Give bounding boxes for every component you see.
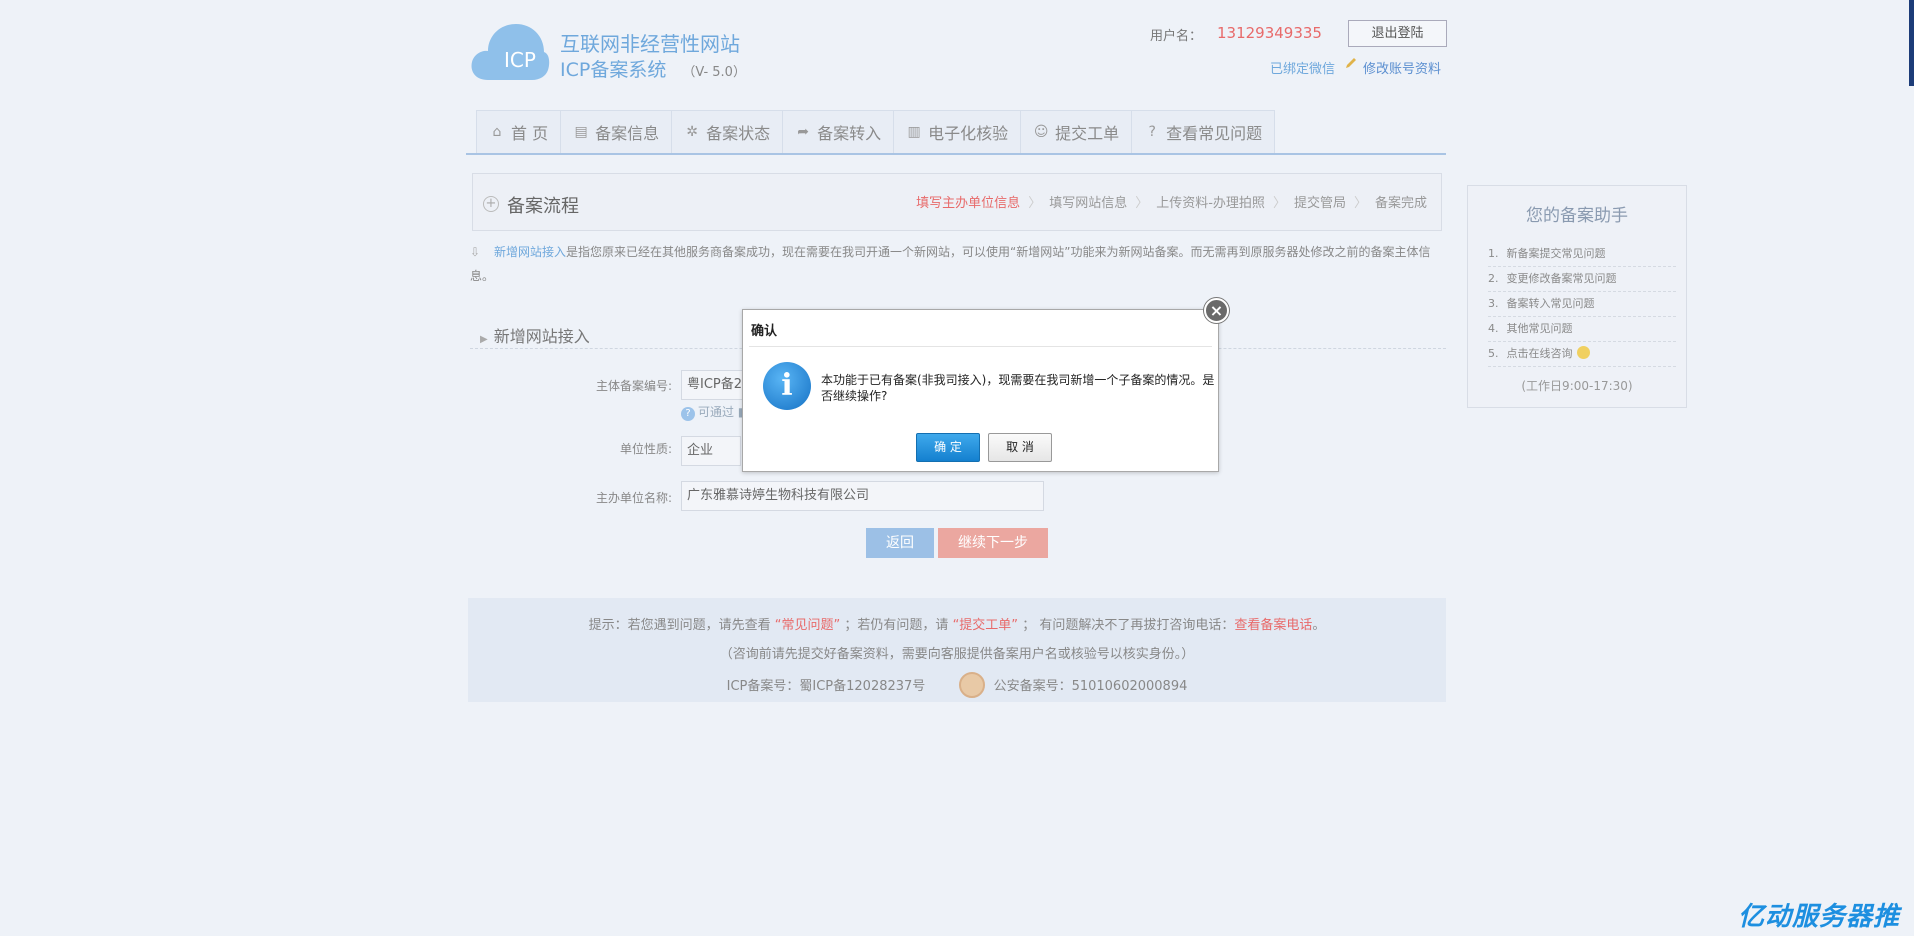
process-title: 备案流程 bbox=[507, 196, 579, 217]
chevron-right-icon: 〉 bbox=[1272, 196, 1286, 211]
footer-faq-link[interactable]: “常见问题” bbox=[775, 618, 840, 633]
home-icon: ⌂ bbox=[492, 124, 502, 140]
arrow-down-icon: ⇩ bbox=[470, 245, 481, 259]
dialog-divider bbox=[749, 346, 1212, 347]
record-no-label: 主体备案编号: bbox=[595, 379, 672, 393]
username-value: 13129349335 bbox=[1217, 24, 1322, 42]
caret-right-icon: ▶ bbox=[480, 334, 488, 345]
new-site-link[interactable]: 新增网站接入 bbox=[494, 245, 566, 259]
edit-account-link[interactable]: 修改账号资料 bbox=[1363, 58, 1441, 77]
gear-icon: ✲ bbox=[686, 124, 698, 140]
user-icon: ☺ bbox=[1033, 124, 1049, 140]
pencil-icon bbox=[1344, 56, 1358, 70]
helper-item-transfer-faq[interactable]: 3. 备案转入常见问题 bbox=[1488, 292, 1676, 317]
main-nav: ⌂ 首 页 ▤ 备案信息 ✲ 备案状态 ➦ 备案转入 ▥ 电子化核验 ☺ 提交工单 ? 查看常… bbox=[476, 110, 1276, 154]
nav-divider bbox=[466, 153, 1446, 155]
nav-item-submit-ticket[interactable]: ☺ 提交工单 bbox=[1020, 110, 1132, 154]
police-record-number: 公安备案号：51010602000894 bbox=[993, 679, 1188, 694]
plus-icon: + bbox=[483, 196, 499, 212]
chevron-right-icon: 〉 bbox=[1353, 196, 1367, 211]
police-badge-icon bbox=[959, 672, 986, 698]
footer-phone-link[interactable]: 查看备案电话 bbox=[1234, 618, 1312, 633]
document-icon: ▤ bbox=[574, 124, 588, 140]
dialog-message: 本功能于已有备案(非我司接入)，现需要在我司新增一个子备案的情况。是否继续操作? bbox=[821, 373, 1215, 403]
close-icon[interactable]: × bbox=[1204, 298, 1229, 323]
helper-item-change-faq[interactable]: 2. 变更修改备案常见问题 bbox=[1488, 267, 1676, 292]
helper-title: 您的备案助手 bbox=[1526, 206, 1628, 226]
question-icon: ? bbox=[1148, 124, 1156, 140]
record-no-hint: ? 可通过 ■ bbox=[681, 403, 749, 421]
record-helper-panel: 您的备案助手 1. 新备案提交常见问题 2. 变更修改备案常见问题 3. 备案转入常见… bbox=[1467, 185, 1687, 408]
icp-record-number: ICP备案号：蜀ICP备12028237号 bbox=[726, 679, 926, 694]
unit-name-input[interactable]: 广东雅慕诗婷生物科技有限公司 bbox=[681, 481, 1044, 511]
smile-icon bbox=[1576, 346, 1590, 359]
footer-ticket-link[interactable]: “提交工单” bbox=[953, 618, 1018, 633]
nav-item-record-info[interactable]: ▤ 备案信息 bbox=[560, 110, 672, 154]
scrollbar-edge bbox=[1909, 0, 1914, 86]
record-no-input[interactable]: 粤ICP备2 bbox=[681, 370, 751, 400]
next-step-button[interactable]: 继续下一步 bbox=[938, 528, 1048, 558]
helper-list: 1. 新备案提交常见问题 2. 变更修改备案常见问题 3. 备案转入常见问题 4. 其他… bbox=[1488, 242, 1676, 367]
step-upload-photo: 上传资料-办理拍照 bbox=[1156, 196, 1265, 211]
site-subtitle: ICP备案系统 （V- 5.0） bbox=[560, 59, 746, 81]
unit-type-label: 单位性质: bbox=[619, 442, 672, 456]
logout-button[interactable]: 退出登陆 bbox=[1348, 20, 1447, 47]
section-title: ▶ 新增网站接入 bbox=[480, 327, 590, 346]
wechat-bound-link[interactable]: 已绑定微信 bbox=[1270, 58, 1335, 77]
helper-item-online-chat[interactable]: 5. 点击在线咨询 bbox=[1488, 342, 1676, 367]
unit-type-select[interactable]: 企业 bbox=[681, 436, 741, 466]
helper-hours: (工作日9:00-17:30) bbox=[1521, 379, 1633, 393]
footer: 提示：若您遇到问题，请先查看 “常见问题” ；若仍有问题，请 “提交工单” ； … bbox=[468, 598, 1446, 702]
helper-item-new-faq[interactable]: 1. 新备案提交常见问题 bbox=[1488, 242, 1676, 267]
version-label: （V- 5.0） bbox=[682, 65, 746, 80]
icp-cloud-logo: ICP bbox=[470, 18, 550, 84]
record-process-bar: + 备案流程 填写主办单位信息〉 填写网站信息〉 上传资料-办理拍照〉 提交管局… bbox=[472, 173, 1442, 231]
unit-name-label: 主办单位名称: bbox=[595, 491, 672, 505]
confirm-ok-button[interactable]: 确 定 bbox=[916, 433, 980, 462]
step-host-info: 填写主办单位信息 bbox=[916, 196, 1021, 211]
nav-item-record-transfer[interactable]: ➦ 备案转入 bbox=[782, 110, 894, 154]
helper-item-other-faq[interactable]: 4. 其他常见问题 bbox=[1488, 317, 1676, 342]
share-arrow-icon: ➦ bbox=[797, 124, 809, 140]
notice-text: ⇩ 新增网站接入是指您原来已经在其他服务商备案成功，现在需要在我司开通一个新网站，… bbox=[470, 240, 1440, 288]
footer-records: ICP备案号：蜀ICP备12028237号 公安备案号：510106020008… bbox=[468, 672, 1446, 698]
confirm-cancel-button[interactable]: 取 消 bbox=[988, 433, 1052, 462]
nav-item-record-status[interactable]: ✲ 备案状态 bbox=[671, 110, 783, 154]
clipboard-icon: ▥ bbox=[907, 124, 921, 140]
process-steps: 填写主办单位信息〉 填写网站信息〉 上传资料-办理拍照〉 提交管局〉 备案完成 bbox=[910, 192, 1433, 211]
confirm-dialog: 确认 i 本功能于已有备案(非我司接入)，现需要在我司新增一个子备案的情况。是否… bbox=[742, 309, 1219, 472]
nav-item-faq[interactable]: ? 查看常见问题 bbox=[1131, 110, 1276, 154]
username-label: 用户名： bbox=[1150, 29, 1203, 44]
site-title: 互联网非经营性网站 bbox=[560, 32, 740, 56]
chevron-right-icon: 〉 bbox=[1028, 196, 1042, 211]
back-button[interactable]: 返回 bbox=[866, 528, 934, 558]
dialog-title: 确认 bbox=[751, 324, 778, 339]
step-site-info: 填写网站信息 bbox=[1049, 196, 1128, 211]
step-submit-bureau: 提交管局 bbox=[1293, 196, 1346, 211]
step-complete: 备案完成 bbox=[1374, 196, 1427, 211]
watermark-logo: 亿动服务器推 bbox=[1738, 902, 1901, 932]
nav-item-e-verify[interactable]: ▥ 电子化核验 bbox=[893, 110, 1021, 154]
help-icon: ? bbox=[681, 407, 695, 421]
chevron-right-icon: 〉 bbox=[1135, 196, 1149, 211]
info-icon: i bbox=[763, 362, 811, 410]
nav-item-home[interactable]: ⌂ 首 页 bbox=[476, 110, 561, 154]
footer-note: （咨询前请先提交好备案资料，需要向客服提供备案用户名或核验号以核实身份。） bbox=[719, 647, 1195, 662]
footer-tip: 提示：若您遇到问题，请先查看 “常见问题” ；若仍有问题，请 “提交工单” ； … bbox=[588, 618, 1326, 633]
